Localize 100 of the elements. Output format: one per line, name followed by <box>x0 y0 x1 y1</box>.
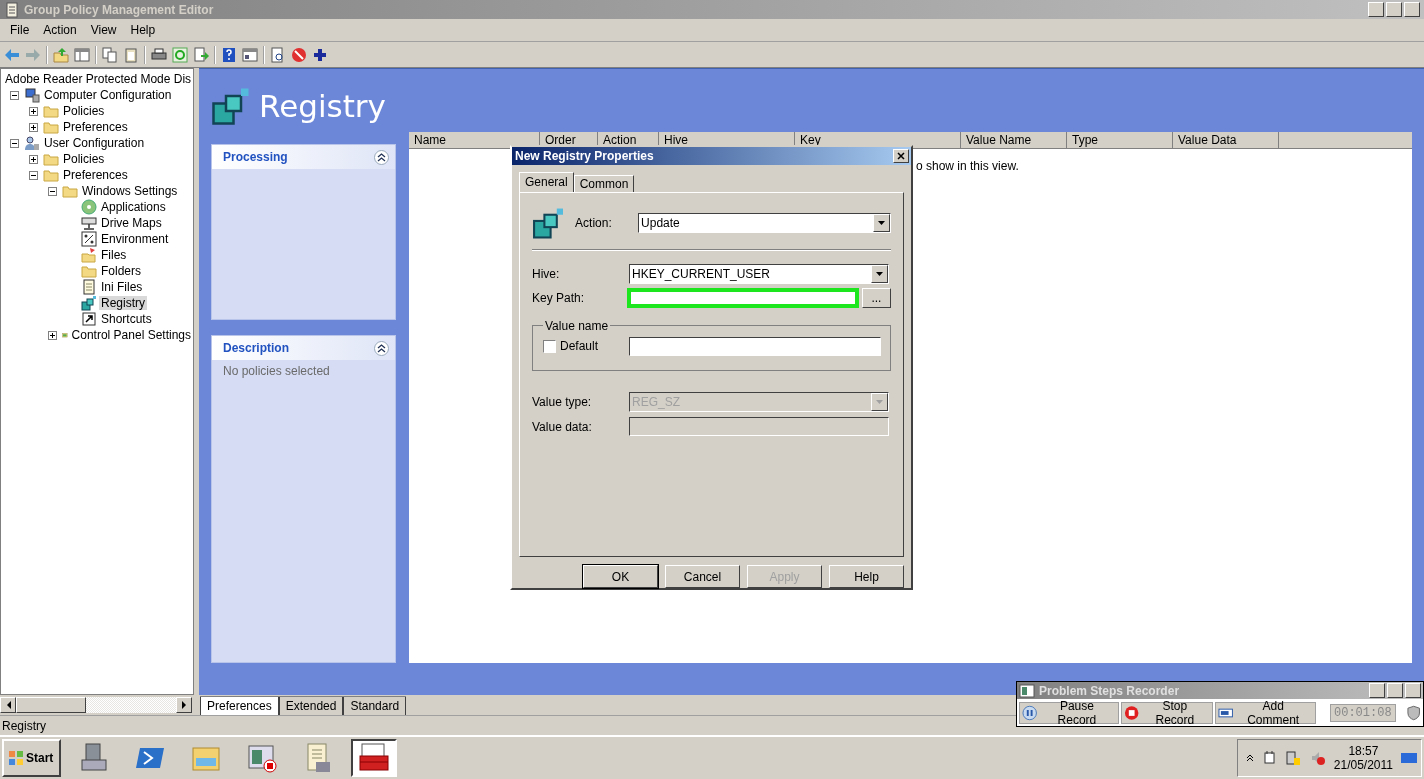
taskbar-button[interactable] <box>351 739 398 777</box>
tree-item[interactable]: Registry <box>99 296 147 310</box>
view-tab[interactable]: Extended <box>278 696 344 715</box>
dialog-button[interactable]: Help <box>829 565 904 588</box>
default-checkbox[interactable] <box>543 339 556 353</box>
tree-item[interactable]: Preferences <box>61 168 130 182</box>
dialog-tab[interactable]: General <box>519 171 574 192</box>
right-arrow-icon[interactable] <box>181 701 187 709</box>
tree-item[interactable]: Windows Settings <box>80 184 180 198</box>
column-header[interactable]: Type <box>1067 132 1173 148</box>
panel-title: Description <box>223 341 289 355</box>
tree-item[interactable]: Files <box>99 248 129 262</box>
expand-icon[interactable] <box>29 106 38 116</box>
clock-time[interactable]: 18:57 <box>1348 744 1379 758</box>
percent-icon <box>81 231 97 247</box>
tree-item[interactable]: Policies <box>61 104 107 118</box>
collapse-icon[interactable] <box>29 170 38 180</box>
minimize-button[interactable] <box>1369 683 1385 698</box>
copy-icon[interactable] <box>102 46 118 63</box>
browse-button[interactable]: ... <box>861 287 891 308</box>
close-button[interactable] <box>893 148 909 163</box>
disc-icon <box>81 199 97 215</box>
plus-icon[interactable] <box>312 46 328 63</box>
clock-date[interactable]: 21/05/2011 <box>1333 758 1393 772</box>
collapse-icon[interactable] <box>374 340 389 356</box>
tree-item[interactable]: Environment <box>99 232 171 246</box>
tree-item[interactable]: Shortcuts <box>99 312 154 326</box>
maximize-button[interactable] <box>1387 683 1403 698</box>
shield-icon[interactable] <box>1405 704 1421 721</box>
expand-icon[interactable] <box>48 330 57 340</box>
column-header[interactable]: Value Name <box>961 132 1067 148</box>
close-button[interactable] <box>1404 2 1420 17</box>
close-icon <box>897 151 905 160</box>
expand-icon[interactable] <box>29 154 38 164</box>
pane-icon[interactable] <box>74 46 90 63</box>
refresh-icon[interactable] <box>172 46 188 63</box>
collapse-icon[interactable] <box>10 90 19 100</box>
tree-item[interactable]: Drive Maps <box>99 216 164 230</box>
dialog-title: New Registry Properties <box>515 148 654 163</box>
tree-item[interactable]: User Configuration <box>42 136 147 150</box>
tree-item[interactable]: Applications <box>99 200 168 214</box>
close-button[interactable] <box>1405 683 1421 698</box>
start-button[interactable]: Start <box>2 739 62 777</box>
tree-item[interactable]: Ini Files <box>99 280 145 294</box>
left-arrow-icon[interactable] <box>5 701 11 709</box>
recorder-button[interactable]: Add Comment <box>1214 701 1316 724</box>
export-icon[interactable] <box>193 46 209 63</box>
field-label: Key Path: <box>532 290 586 305</box>
checkbox-label: Default <box>560 339 599 354</box>
plug-icon[interactable] <box>1261 750 1278 766</box>
tree-item[interactable]: Policies <box>61 152 107 166</box>
tree-item[interactable]: Folders <box>99 264 143 278</box>
network-icon[interactable] <box>1285 750 1302 766</box>
minimize-button[interactable] <box>1368 2 1384 17</box>
printer-icon[interactable] <box>151 46 167 63</box>
menu-item[interactable]: View <box>84 21 123 39</box>
speaker-icon[interactable] <box>1309 750 1326 766</box>
folder-icon <box>62 183 78 199</box>
help-icon[interactable] <box>221 46 237 63</box>
key-path-field[interactable] <box>627 287 859 308</box>
menu-item[interactable]: Help <box>124 21 162 39</box>
collapse-icon[interactable] <box>10 138 19 148</box>
recorder-button[interactable]: Pause Record <box>1019 701 1120 724</box>
restore-button[interactable] <box>1386 2 1402 17</box>
view-tab[interactable]: Preferences <box>200 696 279 715</box>
panel-icon[interactable] <box>242 46 258 63</box>
field-label: Value type: <box>532 394 593 409</box>
collapse-icon[interactable] <box>374 149 389 165</box>
dialog-button[interactable]: OK <box>583 565 658 588</box>
tree-item[interactable]: Control Panel Settings <box>69 328 193 342</box>
chevron-up-icon[interactable] <box>1245 754 1254 762</box>
page-title: Registry <box>259 87 386 124</box>
menu-item[interactable]: File <box>4 21 36 39</box>
hive-dropdown[interactable]: HKEY_CURRENT_USER <box>629 263 889 284</box>
expand-icon[interactable] <box>29 122 38 132</box>
horizontal-scrollbar[interactable] <box>0 697 192 713</box>
computer-icon <box>24 87 40 103</box>
value-name-field[interactable] <box>629 336 881 356</box>
tree-item[interactable]: Adobe Reader Protected Mode Dis <box>3 72 193 86</box>
dialog-button[interactable]: Cancel <box>665 565 740 588</box>
status-text: Registry <box>2 718 46 733</box>
group-title: Value name <box>544 318 610 333</box>
properties-icon[interactable] <box>270 46 286 63</box>
tree-item[interactable]: Computer Configuration <box>42 88 174 102</box>
recorder-title: Problem Steps Recorder <box>1039 683 1180 698</box>
paste-icon[interactable] <box>123 46 139 63</box>
dialog-tab[interactable]: Common <box>573 174 635 192</box>
document-icon <box>81 279 97 295</box>
collapse-icon[interactable] <box>48 186 57 196</box>
stop-icon[interactable] <box>291 46 307 63</box>
empty-message: o show in this view. <box>916 159 1019 173</box>
action-dropdown[interactable]: Update <box>638 212 891 233</box>
field-label: Hive: <box>532 266 561 281</box>
recorder-button[interactable]: Stop Record <box>1121 701 1213 724</box>
view-tab[interactable]: Standard <box>343 696 407 715</box>
menu-item[interactable]: Action <box>37 21 83 39</box>
tree-item[interactable]: Preferences <box>61 120 130 134</box>
desktop-icon[interactable] <box>1401 751 1417 765</box>
column-header[interactable]: Value Data <box>1173 132 1279 148</box>
panel-title: Processing <box>223 150 288 164</box>
